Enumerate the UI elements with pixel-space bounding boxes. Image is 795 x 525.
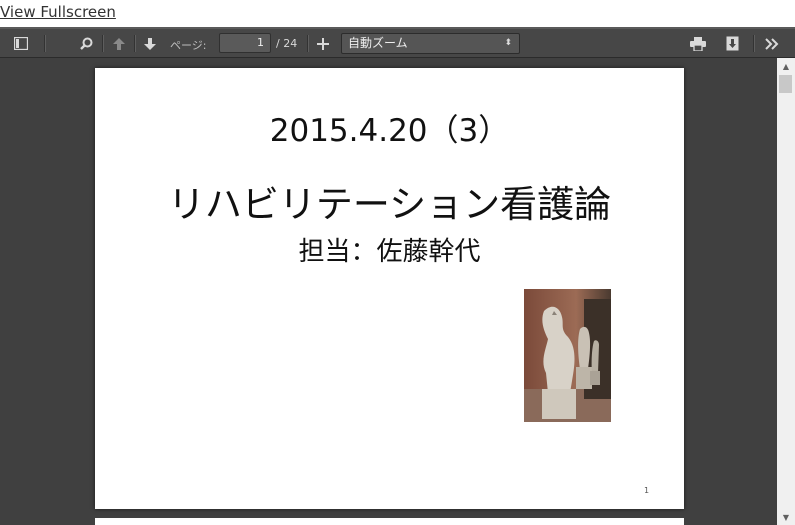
- plus-icon: [317, 37, 329, 50]
- view-fullscreen-link[interactable]: View Fullscreen: [0, 2, 116, 22]
- slide-page-number: 1: [644, 486, 650, 495]
- search-button[interactable]: [77, 32, 95, 55]
- arrow-up-icon: [113, 37, 125, 50]
- download-icon: [726, 36, 738, 51]
- page-number-input[interactable]: 1: [219, 33, 271, 53]
- document-area: 2015.4.20（3） リハビリテーション看護論 担当：佐藤幹代 1: [0, 58, 777, 525]
- page-count: / 24: [276, 37, 298, 50]
- page-label: ページ:: [170, 39, 207, 52]
- search-icon: [79, 37, 92, 50]
- next-page-button[interactable]: [141, 32, 159, 55]
- scroll-down-icon[interactable]: ▼: [777, 509, 795, 525]
- arrow-down-icon: [144, 37, 156, 50]
- scrollbar-thumb[interactable]: [779, 75, 792, 93]
- print-icon: [690, 36, 706, 51]
- double-chevron-right-icon: [765, 37, 779, 50]
- zoom-select-value: 自動ズーム: [348, 36, 408, 50]
- toolbar-separator: [44, 35, 45, 52]
- vertical-scrollbar[interactable]: ▲ ▼: [777, 58, 795, 525]
- pdf-viewer: ページ: 1 / 24 自動ズーム ⬍ 2015.4.20（3） リハビリテーシ…: [0, 27, 795, 525]
- download-button[interactable]: [722, 32, 742, 55]
- previous-page-button[interactable]: [110, 32, 128, 55]
- scroll-up-icon[interactable]: ▲: [777, 58, 795, 74]
- zoom-select[interactable]: 自動ズーム ⬍: [341, 33, 520, 54]
- slide-subtitle: 担当：佐藤幹代: [298, 237, 481, 267]
- zoom-in-button[interactable]: [314, 32, 332, 55]
- pdf-page: 2015.4.20（3） リハビリテーション看護論 担当：佐藤幹代 1: [95, 68, 684, 509]
- toolbar-separator: [134, 35, 135, 52]
- statue-photo: [524, 289, 611, 422]
- toolbar-separator: [753, 35, 754, 52]
- print-button[interactable]: [688, 32, 708, 55]
- sidebar-toggle-icon: [14, 37, 28, 50]
- toolbar-separator: [102, 35, 103, 52]
- tools-button[interactable]: [762, 32, 782, 55]
- toolbar-separator: [307, 35, 308, 52]
- chevron-updown-icon: ⬍: [504, 38, 512, 48]
- pdf-page-next: [95, 518, 684, 525]
- slide-date: 2015.4.20（3）: [269, 113, 510, 149]
- pdf-toolbar: ページ: 1 / 24 自動ズーム ⬍: [0, 27, 795, 58]
- slide-title: リハビリテーション看護論: [167, 183, 612, 226]
- sidebar-toggle-button[interactable]: [11, 32, 31, 55]
